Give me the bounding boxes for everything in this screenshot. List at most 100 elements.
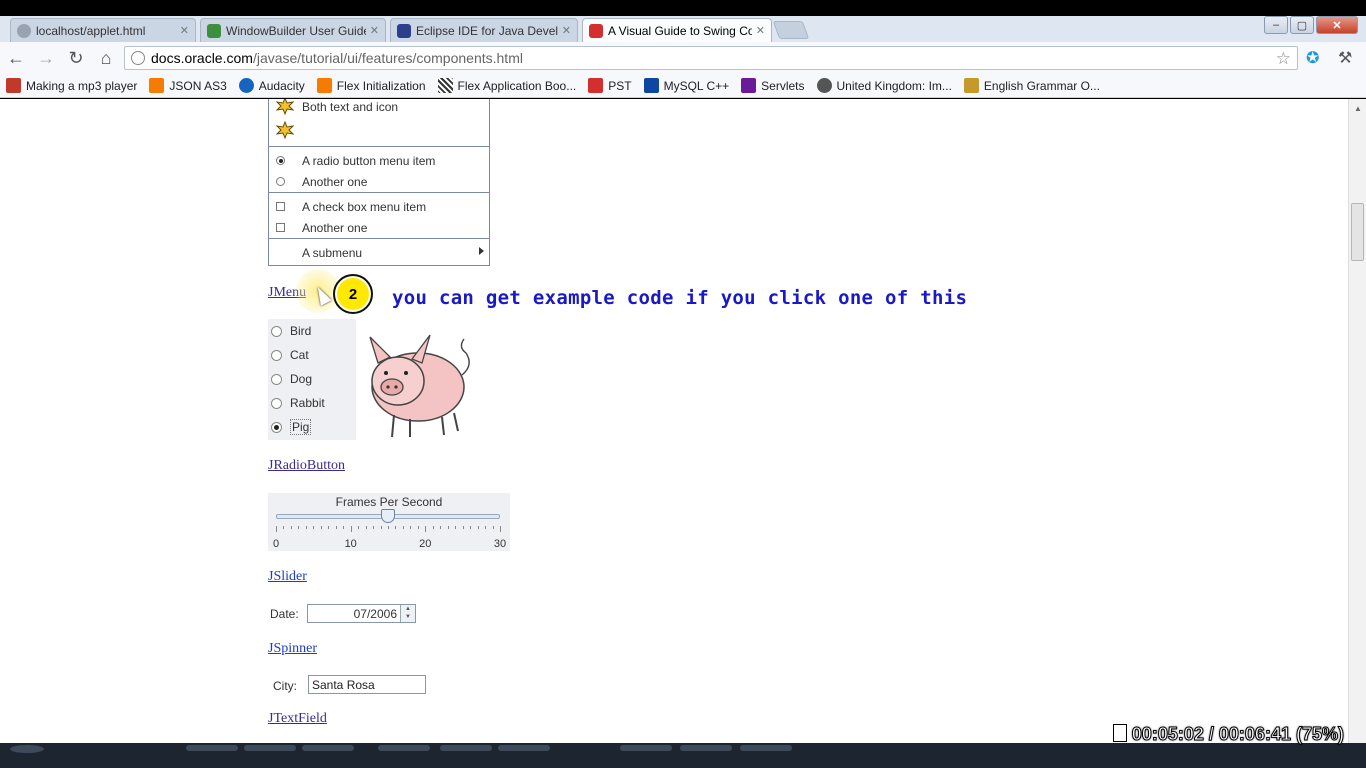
slider-tick [485,526,487,529]
menu-item-both-text-icon[interactable]: Both text and icon [269,99,489,117]
bookmark-label: United Kingdom: Im... [836,78,952,93]
menu-item-radio-another[interactable]: Another one [269,171,489,192]
bookmark-item[interactable]: JSON AS3 [149,78,227,93]
minimize-button[interactable]: – [1264,16,1288,34]
bookmark-item[interactable]: MySQL C++ [643,78,729,93]
maximize-button[interactable]: ▢ [1290,16,1314,34]
taskbar-item[interactable] [244,745,296,751]
bookmark-item[interactable]: Flex Initialization [316,78,426,93]
servlets-icon [741,78,757,93]
menu-item-label: Another one [302,175,368,189]
bookmark-star-icon[interactable]: ☆ [1276,49,1291,69]
close-tab-icon[interactable]: ✕ [370,24,379,37]
slider-tick [380,526,382,529]
spinner-up-icon[interactable]: ▲ [401,605,415,613]
tab-windowbuilder[interactable]: WindowBuilder User Guide ✕ [200,18,386,42]
close-tab-icon[interactable]: ✕ [562,24,571,37]
forward-icon[interactable]: → [32,44,60,72]
taskbar-item[interactable] [378,745,430,751]
taskbar-item[interactable] [620,745,672,751]
jspinner-link[interactable]: JSpinner [268,641,317,657]
reload-icon[interactable]: ↻ [62,44,90,72]
radio-option-rabbit[interactable]: Rabbit [271,394,325,412]
radio-label: Pig [290,419,312,435]
radio-option-dog[interactable]: Dog [271,370,312,388]
window-controls: – ▢ ✕ [1264,16,1358,34]
tab-visual-guide-swing[interactable]: A Visual Guide to Swing Co ✕ [582,18,772,42]
starburst-icon [276,99,294,115]
slider-ticks [276,526,501,532]
vertical-scrollbar[interactable]: ▲ [1348,99,1366,743]
bookmark-item[interactable]: United Kingdom: Im... [816,78,952,93]
bookmark-item[interactable]: PST [588,78,632,93]
taskbar-item[interactable] [498,745,550,751]
bookmark-item[interactable]: Flex Application Boo... [437,78,576,93]
slider-tick [455,526,457,529]
taskbar-item[interactable] [186,745,238,751]
menu-item-radio[interactable]: A radio button menu item [269,150,489,171]
skype-extension-icon[interactable]: ✪ [1306,48,1326,68]
scroll-up-icon[interactable]: ▲ [1354,104,1362,113]
bookmark-item[interactable]: Making a mp3 player [6,78,137,93]
slider-tick [305,526,307,529]
slider-tick [410,526,412,529]
slider-tick [335,526,337,529]
radio-option-pig[interactable]: Pig [271,418,312,436]
home-icon[interactable]: ⌂ [92,44,120,72]
radio-selected-icon [271,421,282,433]
start-button[interactable] [10,745,44,753]
close-tab-icon[interactable]: ✕ [756,24,765,37]
slider-tick [298,526,300,529]
scrollbar-thumb[interactable] [1351,203,1364,261]
close-window-button[interactable]: ✕ [1316,16,1358,34]
menu-item-checkbox-another[interactable]: Another one [269,217,489,238]
close-tab-icon[interactable]: ✕ [180,24,189,37]
taskbar-item[interactable] [680,745,732,751]
bookmark-item[interactable]: Servlets [741,78,805,93]
city-textfield[interactable]: Santa Rosa [308,675,426,694]
browser-toolbar: ← → ↻ ⌂ docs.oracle.com/javase/tutorial/… [0,42,1366,74]
radio-icon [271,373,282,385]
taskbar-item[interactable] [440,745,492,751]
blogger-icon [316,78,332,93]
taskbar-item[interactable] [302,745,354,751]
slider-tick-label: 10 [344,538,357,550]
taskbar-item[interactable] [740,745,792,751]
taskbar [0,743,1366,768]
new-tab-button[interactable] [772,21,810,39]
textfield-label: City: [273,679,297,693]
slider-tick [440,526,442,529]
slider-tick [477,526,479,529]
spinner-down-icon[interactable]: ▼ [401,613,415,621]
slider-thumb[interactable] [381,509,395,523]
jtextfield-link[interactable]: JTextField [268,711,327,727]
bookmark-item[interactable]: English Grammar O... [963,78,1100,93]
checkbox-icon [276,223,285,232]
date-spinner[interactable]: 07/2006 ▲ ▼ [307,604,416,623]
menu-item-label: A check box menu item [302,200,427,214]
address-bar[interactable]: docs.oracle.com/javase/tutorial/ui/featu… [124,46,1298,70]
wrench-icon[interactable]: ⚒ [1338,48,1358,68]
total-time: 00:06:41 [1218,724,1291,745]
menu-item-submenu[interactable]: A submenu [269,242,489,263]
radio-option-bird[interactable]: Bird [271,322,311,340]
menu-item-checkbox[interactable]: A check box menu item [269,196,489,217]
tab-eclipse[interactable]: Eclipse IDE for Java Develo ✕ [390,18,578,42]
radio-option-cat[interactable]: Cat [271,346,309,364]
bookmark-item[interactable]: Audacity [238,78,305,93]
slider-tick [492,526,494,529]
tab-localhost-applet[interactable]: localhost/applet.html ✕ [10,18,196,42]
jradiobutton-link[interactable]: JRadioButton [268,458,345,474]
spinner-buttons: ▲ ▼ [400,605,415,622]
pause-icon[interactable] [1112,724,1127,742]
menu-item-icon-only[interactable] [269,120,489,141]
bookmark-label: JSON AS3 [169,78,227,93]
slider-tick [343,526,345,529]
eclipse-icon [397,23,411,38]
blogger-icon [149,78,165,93]
jmenu-demo: Both text and icon A radio button menu i… [268,99,490,266]
jslider-link[interactable]: JSlider [268,569,307,585]
back-icon[interactable]: ← [2,44,30,72]
radio-icon [271,349,282,361]
page-info-icon[interactable] [131,51,145,65]
